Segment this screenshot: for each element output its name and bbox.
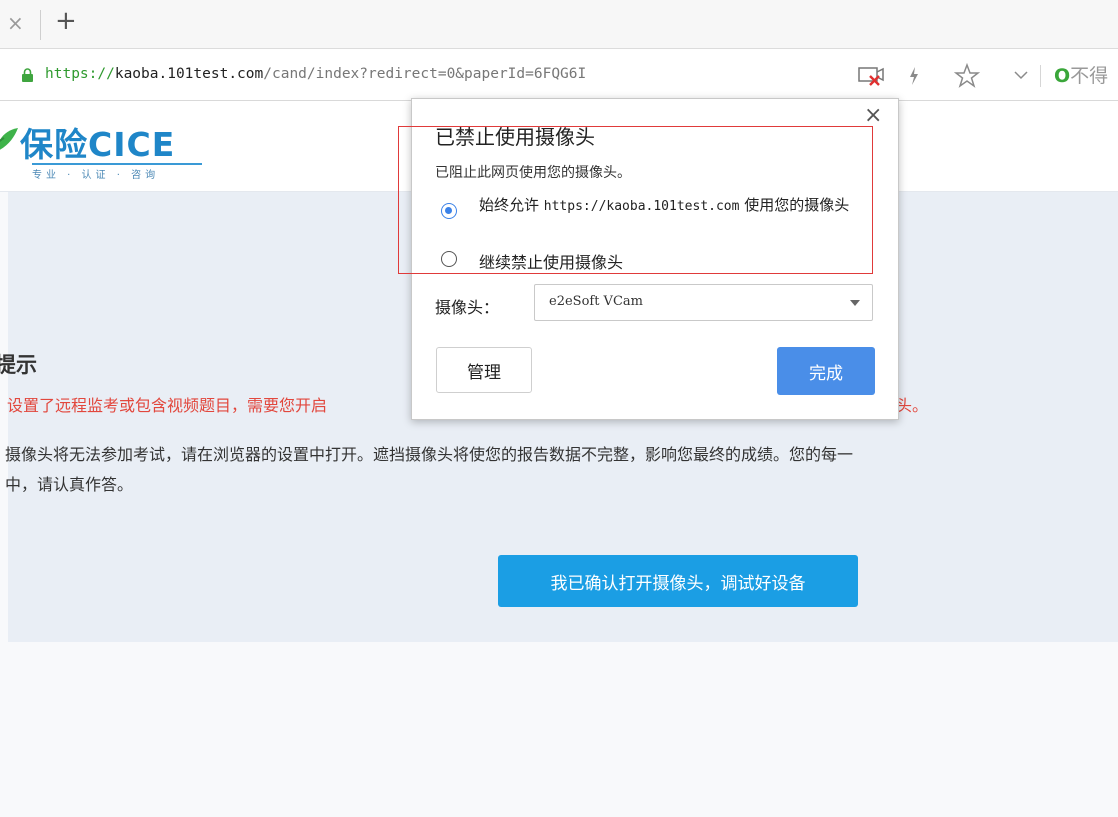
- camera-label: 摄像头：: [435, 298, 500, 317]
- camera-blocked-icon[interactable]: [857, 64, 887, 88]
- lightning-icon[interactable]: [906, 65, 922, 87]
- lock-icon: [22, 68, 33, 82]
- search-icon: O: [1054, 65, 1071, 87]
- logo[interactable]: 保险CICE: [20, 118, 175, 166]
- close-tab-icon[interactable]: ×: [7, 13, 24, 33]
- search-box[interactable]: O不得: [1054, 61, 1108, 88]
- tab-separator: [40, 10, 41, 40]
- logo-leaf-icon: [0, 128, 18, 150]
- star-icon[interactable]: [954, 63, 980, 89]
- highlight-annotation: [398, 126, 873, 274]
- tab-strip: × +: [0, 0, 1118, 49]
- confirm-camera-button[interactable]: 我已确认打开摄像头，调试好设备: [498, 555, 858, 607]
- address-bar: https://kaoba.101test.com/cand/index?red…: [0, 49, 1118, 101]
- chevron-down-icon[interactable]: [1013, 69, 1029, 81]
- url-host: kaoba.101test.com: [114, 66, 264, 82]
- camera-select-value: e2eSoft VCam: [549, 294, 643, 309]
- page-title: 提示: [0, 353, 37, 377]
- logo-tagline: 专业 · 认证 · 咨询: [32, 163, 202, 181]
- description-line-1: 摄像头将无法参加考试，请在浏览器的设置中打开。遮挡摄像头将使您的报告数据不完整，…: [5, 445, 854, 464]
- url-scheme: https://: [45, 66, 115, 82]
- description: 摄像头将无法参加考试，请在浏览器的设置中打开。遮挡摄像头将使您的报告数据不完整，…: [5, 440, 1117, 500]
- toolbar-separator: [1040, 65, 1041, 87]
- url-field[interactable]: https://kaoba.101test.com/cand/index?red…: [45, 66, 586, 82]
- camera-select[interactable]: e2eSoft VCam: [534, 284, 873, 321]
- warning-text-end: 头。: [896, 396, 929, 415]
- close-icon[interactable]: ×: [864, 105, 882, 127]
- dropdown-caret-icon: [850, 300, 860, 306]
- new-tab-icon[interactable]: +: [55, 8, 77, 34]
- url-path: /cand/index?redirect=0&paperId=6FQG6I: [263, 66, 587, 82]
- description-line-2: 中，请认真作答。: [5, 475, 134, 494]
- done-button[interactable]: 完成: [777, 347, 875, 395]
- warning-text: 设置了远程监考或包含视频题目，需要您开启: [7, 396, 328, 415]
- search-hint: 不得: [1070, 65, 1109, 87]
- manage-button[interactable]: 管理: [436, 347, 532, 393]
